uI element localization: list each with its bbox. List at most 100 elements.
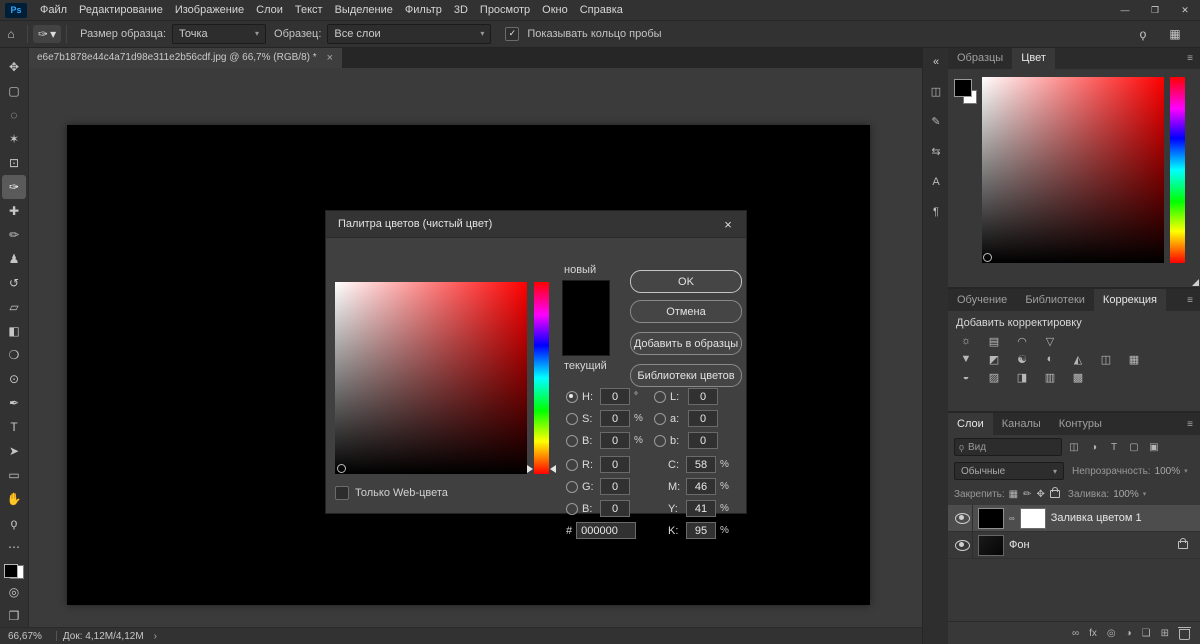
lock-position-icon[interactable]: ✥: [1037, 489, 1045, 500]
tab-libraries[interactable]: Библиотеки: [1016, 289, 1094, 311]
lab-b-input[interactable]: [688, 432, 718, 449]
tab-layers[interactable]: Слои: [948, 413, 993, 435]
lab-l-radio[interactable]: [654, 390, 666, 403]
menu-layers[interactable]: Слои: [250, 0, 289, 20]
probe-ring-checkbox[interactable]: ✓: [505, 26, 520, 41]
menu-help[interactable]: Справка: [574, 0, 629, 20]
tab-close-icon[interactable]: ×: [327, 52, 333, 64]
character-panel-icon[interactable]: А: [924, 171, 948, 193]
invert-icon[interactable]: ◒: [956, 369, 976, 385]
layer-visibility-toggle[interactable]: [952, 532, 973, 558]
threshold-icon[interactable]: ◨: [1012, 369, 1032, 385]
hue-marker-left-icon[interactable]: [527, 465, 533, 473]
ok-button[interactable]: OK: [630, 270, 742, 293]
magic-wand-tool[interactable]: ✶: [2, 127, 26, 151]
layer-mask-thumbnail[interactable]: [1019, 507, 1046, 529]
lock-all-icon[interactable]: [1049, 487, 1060, 498]
lock-transparency-icon[interactable]: ▦: [1009, 489, 1018, 500]
hsb-s-radio[interactable]: [566, 412, 578, 425]
zoom-tool[interactable]: ϙ: [2, 511, 26, 535]
menu-3d[interactable]: 3D: [448, 0, 474, 20]
fill-layer-thumbnail[interactable]: [978, 507, 1004, 529]
paragraph-panel-icon[interactable]: ¶: [924, 201, 948, 223]
marquee-tool[interactable]: ▢: [2, 79, 26, 103]
lab-l-input[interactable]: [688, 388, 718, 405]
dialog-close-icon[interactable]: ×: [710, 217, 746, 232]
delete-layer-icon[interactable]: [1178, 627, 1191, 640]
maximize-button[interactable]: ❐: [1140, 0, 1170, 20]
healing-brush-tool[interactable]: ✚: [2, 199, 26, 223]
layer-row-background[interactable]: Фон: [948, 532, 1200, 559]
close-button[interactable]: ✕: [1170, 0, 1200, 20]
black-white-icon[interactable]: ◐: [1040, 351, 1060, 367]
exposure-icon[interactable]: ▽: [1040, 333, 1060, 349]
color-libraries-button[interactable]: Библиотеки цветов: [630, 364, 742, 387]
lasso-tool[interactable]: ◌: [2, 103, 26, 127]
lab-b-radio[interactable]: [654, 434, 666, 447]
menu-edit[interactable]: Редактирование: [73, 0, 169, 20]
panel-menu-icon[interactable]: ≡: [1180, 413, 1200, 435]
rgb-r-radio[interactable]: [566, 458, 578, 471]
minimize-button[interactable]: —: [1110, 0, 1140, 20]
brush-settings-panel-icon[interactable]: ✎: [924, 111, 948, 133]
lab-a-radio[interactable]: [654, 412, 666, 425]
color-field[interactable]: [335, 282, 527, 474]
active-tool-preset[interactable]: ✑ ▾: [33, 24, 62, 43]
web-colors-checkbox[interactable]: [335, 486, 349, 500]
dialog-title-bar[interactable]: Палитра цветов (чистый цвет) ×: [326, 211, 746, 238]
blend-mode-select[interactable]: Обычные ▾: [954, 462, 1064, 480]
selective-color-icon[interactable]: ▩: [1068, 369, 1088, 385]
filter-pixel-layers-icon[interactable]: ◫: [1066, 442, 1082, 453]
move-tool[interactable]: ✥: [2, 55, 26, 79]
tab-learn[interactable]: Обучение: [948, 289, 1016, 311]
clone-source-panel-icon[interactable]: ⇆: [924, 141, 948, 163]
hsb-h-input[interactable]: [600, 388, 630, 405]
layer-row-color-fill[interactable]: ∞ Заливка цветом 1: [948, 505, 1200, 532]
menu-image[interactable]: Изображение: [169, 0, 250, 20]
hue-marker-right-icon[interactable]: [550, 465, 556, 473]
path-selection-tool[interactable]: ➤: [2, 439, 26, 463]
rgb-r-input[interactable]: [600, 456, 630, 473]
hsb-h-radio[interactable]: [566, 390, 578, 403]
curves-icon[interactable]: ◠: [1012, 333, 1032, 349]
posterize-icon[interactable]: ▨: [984, 369, 1004, 385]
gradient-map-icon[interactable]: ▥: [1040, 369, 1060, 385]
sample-size-select[interactable]: Точка ▾: [172, 23, 267, 44]
layer-style-icon[interactable]: fx: [1089, 628, 1097, 639]
search-icon[interactable]: ϙ: [1132, 27, 1154, 41]
hsb-b-radio[interactable]: [566, 434, 578, 447]
type-tool[interactable]: T: [2, 415, 26, 439]
layer-name[interactable]: Заливка цветом 1: [1051, 512, 1142, 524]
menu-window[interactable]: Окно: [536, 0, 574, 20]
layer-filter-select[interactable]: ϙ Вид: [954, 438, 1062, 456]
shape-tool[interactable]: ▭: [2, 463, 26, 487]
clone-stamp-tool[interactable]: ♟: [2, 247, 26, 271]
filter-smart-objects-icon[interactable]: ▣: [1146, 442, 1162, 453]
mask-link-icon[interactable]: ∞: [1009, 514, 1015, 523]
cmyk-y-input[interactable]: [686, 500, 716, 517]
tab-adjustments[interactable]: Коррекция: [1093, 289, 1167, 311]
collapse-panels-icon[interactable]: «: [924, 51, 948, 73]
link-layers-icon[interactable]: ∞: [1072, 628, 1079, 639]
background-layer-thumbnail[interactable]: [978, 534, 1004, 556]
pen-tool[interactable]: ✒: [2, 391, 26, 415]
levels-icon[interactable]: ▤: [984, 333, 1004, 349]
cmyk-m-input[interactable]: [686, 478, 716, 495]
add-to-swatches-button[interactable]: Добавить в образцы: [630, 332, 742, 355]
color-lookup-icon[interactable]: ▦: [1124, 351, 1144, 367]
brush-tool[interactable]: ✏: [2, 223, 26, 247]
zoom-level-field[interactable]: 66,67%: [0, 631, 50, 642]
saturation-brightness-field[interactable]: [982, 77, 1164, 263]
menu-type[interactable]: Текст: [289, 0, 329, 20]
filter-adjustment-layers-icon[interactable]: ◑: [1086, 442, 1102, 453]
photo-filter-icon[interactable]: ◭: [1068, 351, 1088, 367]
menu-select[interactable]: Выделение: [329, 0, 399, 20]
tab-color[interactable]: Цвет: [1012, 47, 1055, 69]
vibrance-icon[interactable]: ▼: [956, 351, 976, 367]
color-field-marker[interactable]: [337, 464, 346, 473]
hsb-s-input[interactable]: [600, 410, 630, 427]
hsb-b-input[interactable]: [600, 432, 630, 449]
gradient-tool[interactable]: ◧: [2, 319, 26, 343]
properties-panel-icon[interactable]: ◫: [924, 81, 948, 103]
fill-value[interactable]: 100%: [1113, 489, 1139, 500]
